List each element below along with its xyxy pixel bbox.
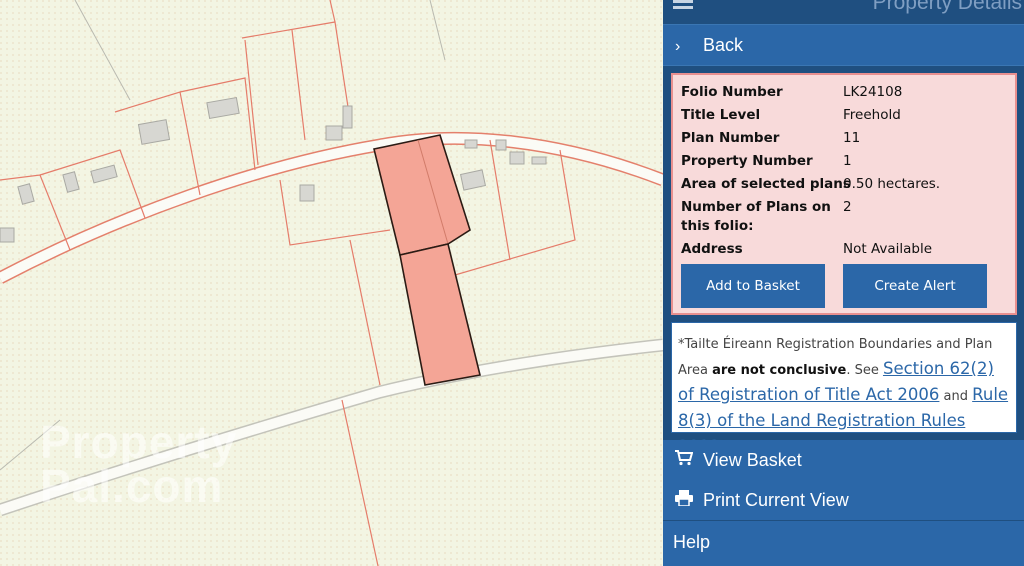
disclaimer-note: *Tailte Éireann Registration Boundaries …: [671, 322, 1017, 456]
watermark-line-2: Pal.com: [40, 460, 224, 512]
detail-key: Title Level: [681, 107, 761, 123]
view-basket-button[interactable]: View Basket: [663, 440, 1024, 480]
disclaimer-see: . See: [846, 363, 883, 378]
hamburger-icon[interactable]: [673, 0, 693, 12]
property-details-box: Folio Number LK24108 Title Level Freehol…: [671, 73, 1017, 315]
cart-icon: [675, 442, 695, 482]
detail-value: 1: [843, 153, 852, 169]
help-button[interactable]: Help: [663, 521, 1024, 566]
detail-key: Address: [681, 241, 743, 257]
detail-key: Number of Plans on this folio:: [681, 199, 831, 234]
back-label: Back: [703, 35, 744, 55]
panel-header: Property Details: [663, 0, 1024, 24]
detail-key: Folio Number: [681, 84, 783, 100]
panel-title: Property Details: [872, 0, 1022, 14]
help-label: Help: [673, 532, 711, 552]
detail-value: 11: [843, 130, 861, 146]
back-button[interactable]: › Back: [663, 24, 1024, 66]
print-current-view-button[interactable]: Print Current View: [663, 480, 1024, 520]
side-panel: Property Details › Back Folio Number LK24…: [663, 0, 1024, 566]
add-to-basket-button[interactable]: Add to Basket: [681, 264, 825, 308]
detail-value: LK24108: [843, 84, 903, 100]
watermark-line-1: Property: [40, 416, 238, 468]
detail-value: Not Available: [843, 241, 933, 257]
create-alert-button[interactable]: Create Alert: [843, 264, 987, 308]
print-view-label: Print Current View: [703, 490, 849, 510]
detail-key: Property Number: [681, 153, 813, 169]
detail-value: 2: [843, 199, 852, 215]
printer-icon: [675, 482, 695, 522]
disclaimer-and: and: [939, 389, 973, 404]
view-basket-label: View Basket: [703, 450, 802, 470]
disclaimer-bold: are not conclusive: [712, 363, 847, 378]
watermark-logo: Property Pal.com: [40, 416, 238, 512]
detail-key: Plan Number: [681, 130, 780, 146]
chevron-right-icon: ›: [675, 38, 681, 55]
detail-value: Freehold: [843, 107, 901, 123]
detail-key: Area of selected plans: [681, 176, 851, 192]
map-view[interactable]: Property Pal.com: [0, 0, 663, 566]
detail-value: 0.50 hectares.: [843, 176, 941, 192]
